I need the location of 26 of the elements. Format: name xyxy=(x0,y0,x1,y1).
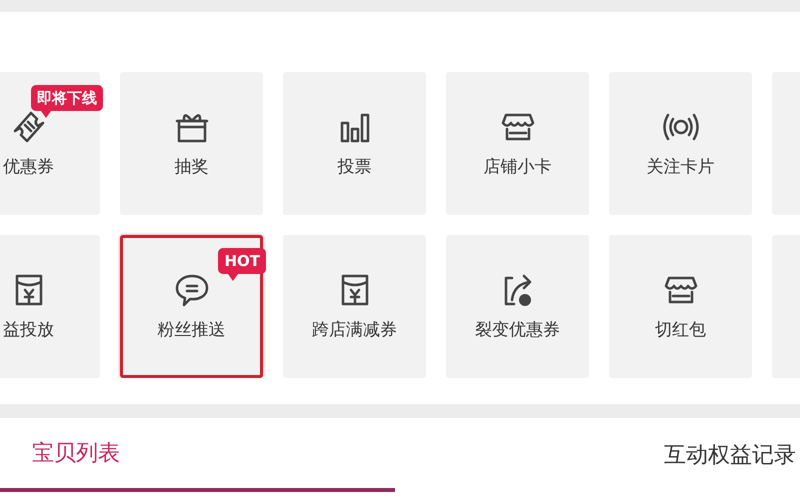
tool-label: 优惠券 xyxy=(3,156,54,179)
tool-label: 关注卡片 xyxy=(646,156,714,179)
tool-label: 跨店满减券 xyxy=(312,318,397,342)
tool-tile[interactable]: 店铺小卡 xyxy=(446,72,589,215)
status-label: 即将下线 xyxy=(31,85,103,111)
tool-label: 店铺小卡 xyxy=(484,156,552,179)
tool-label: 益投放 xyxy=(3,318,54,342)
tool-tile[interactable]: 切红包 xyxy=(609,235,752,378)
tool-label: 切红包 xyxy=(655,318,706,342)
tool-label: 裂变优惠券 xyxy=(475,318,560,342)
pointer-icon xyxy=(228,274,238,281)
tool-tile[interactable]: 裂变优惠券 xyxy=(446,235,589,378)
tool-tile[interactable]: 抽奖 xyxy=(120,72,263,215)
status-label: HOT xyxy=(218,248,266,274)
tool-tile[interactable]: 益投放 xyxy=(0,235,100,378)
tool-tile[interactable]: 跨店满减券 xyxy=(283,235,426,378)
tab[interactable]: 互动权益记录 xyxy=(664,418,800,492)
pointer-icon xyxy=(41,111,51,118)
tool-tile[interactable]: 即将下线 优惠券 xyxy=(0,72,100,215)
tool-tile[interactable]: 投票 xyxy=(283,72,426,215)
tool-tile[interactable]: HOT 粉丝推送 xyxy=(120,235,263,378)
tool-tile[interactable]: 关注卡片 xyxy=(609,72,752,215)
tool-label: 投票 xyxy=(338,156,372,179)
tool-label: 粉丝推送 xyxy=(158,318,226,342)
tab[interactable]: 宝贝列表 xyxy=(0,418,395,492)
tool-label: 抽奖 xyxy=(174,156,208,179)
